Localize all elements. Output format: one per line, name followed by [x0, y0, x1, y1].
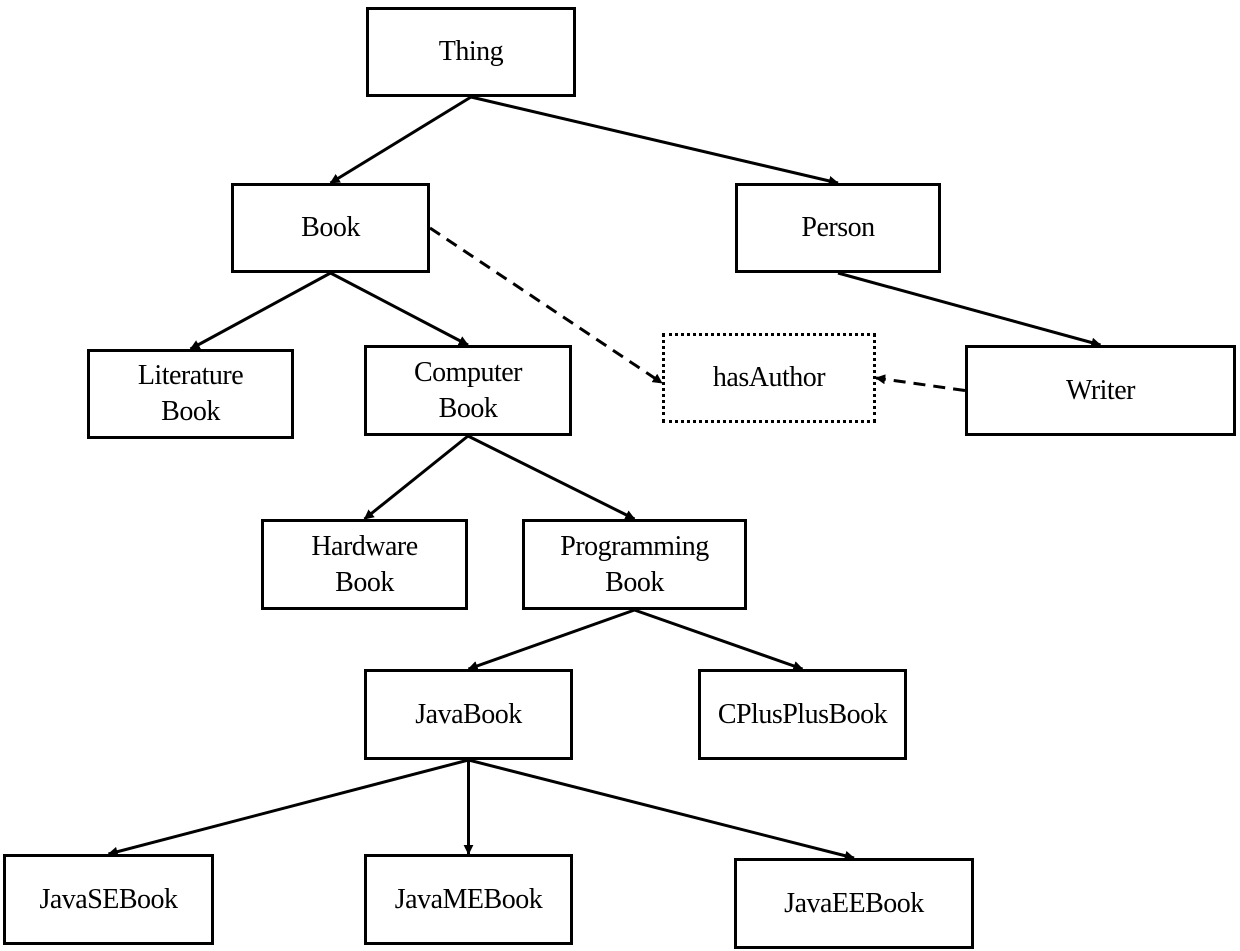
edge-thing-to-book [329, 95, 472, 185]
node-label: Programming Book [560, 530, 709, 598]
node-label: Book [301, 212, 360, 243]
node-label: CPlusPlusBook [717, 698, 888, 730]
node-label: Person [801, 212, 875, 243]
edge-thing-to-person [470, 95, 839, 186]
node-javaee-book: JavaEEBook [734, 858, 974, 949]
edge-programming-book-to-cplusplus-book [634, 608, 804, 671]
edges-layer [107, 95, 1102, 861]
edge-writer-to-has-author [875, 374, 966, 392]
node-hardware-book: Hardware Book [261, 519, 468, 610]
node-programming-book: Programming Book [522, 519, 747, 610]
edge-person-to-writer [837, 271, 1102, 348]
node-java-book: JavaBook [364, 669, 573, 760]
edge-java-book-to-javaee-book [468, 758, 855, 861]
node-label: JavaBook [415, 698, 522, 730]
node-label: JavaSEBook [39, 883, 178, 915]
node-label: Computer Book [414, 356, 523, 424]
node-literature-book: Literature Book [87, 349, 294, 439]
edge-book-to-literature-book [189, 271, 332, 351]
edge-book-to-computer-book [329, 271, 469, 347]
node-thing: Thing [366, 7, 576, 97]
node-label: JavaEEBook [784, 887, 924, 919]
node-cplusplus-book: CPlusPlusBook [698, 669, 907, 760]
node-label: Literature Book [137, 360, 244, 427]
ontology-diagram: Thing Book Person Literature Book Comput… [0, 0, 1240, 951]
node-javame-book: JavaMEBook [364, 854, 573, 945]
node-book: Book [231, 183, 430, 273]
edge-java-book-to-javase-book [107, 758, 469, 857]
node-person: Person [735, 183, 941, 273]
node-label: Writer [1066, 374, 1135, 406]
node-javase-book: JavaSEBook [3, 854, 214, 945]
node-label: JavaMEBook [394, 883, 543, 915]
node-label: Thing [438, 36, 504, 67]
node-label: hasAuthor [712, 362, 826, 393]
edge-computer-book-to-programming-book [467, 434, 636, 521]
node-writer: Writer [965, 345, 1236, 436]
edge-computer-book-to-hardware-book [363, 434, 469, 521]
node-has-author: hasAuthor [662, 333, 876, 423]
edge-programming-book-to-java-book [467, 608, 636, 671]
node-label: Hardware Book [311, 530, 418, 598]
node-computer-book: Computer Book [364, 345, 572, 436]
